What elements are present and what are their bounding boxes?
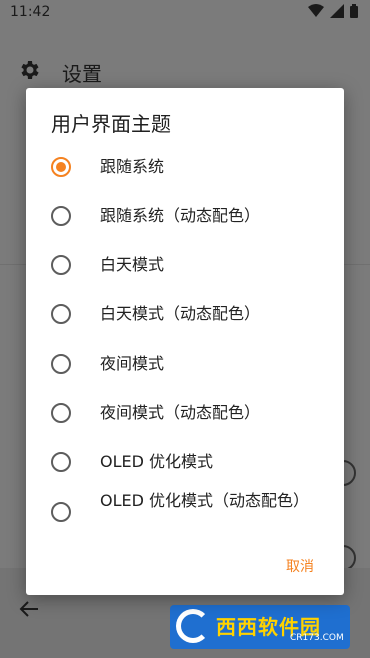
- option-night-mode[interactable]: 夜间模式: [26, 340, 344, 388]
- back-arrow-icon[interactable]: [18, 598, 40, 620]
- dialog-title: 用户界面主题: [51, 112, 171, 136]
- option-day-mode-dynamic[interactable]: 白天模式（动态配色）: [26, 290, 344, 338]
- radio-button[interactable]: [51, 452, 71, 472]
- radio-button[interactable]: [51, 403, 71, 423]
- radio-button[interactable]: [51, 502, 71, 522]
- status-time: 11:42: [10, 4, 51, 20]
- logo-c-icon: [176, 609, 210, 643]
- radio-button[interactable]: [51, 304, 71, 324]
- watermark-subtext: CR173.COM: [290, 633, 344, 643]
- watermark-logo: 西西软件园 CR173.COM: [170, 605, 350, 649]
- option-day-mode[interactable]: 白天模式: [26, 241, 344, 289]
- status-bar: 11:42: [0, 0, 370, 26]
- radio-button[interactable]: [51, 255, 71, 275]
- option-oled-mode-dynamic[interactable]: OLED 优化模式（动态配色）: [26, 488, 344, 536]
- status-icons: [308, 4, 358, 18]
- battery-icon: [350, 4, 358, 18]
- option-oled-mode[interactable]: OLED 优化模式: [26, 438, 344, 486]
- option-label: OLED 优化模式: [100, 452, 214, 471]
- option-label: OLED 优化模式（动态配色）: [100, 491, 310, 510]
- theme-dialog: 用户界面主题 跟随系统 跟随系统（动态配色） 白天模式 白天模式（动态配色） 夜…: [26, 88, 344, 595]
- wifi-icon: [308, 4, 324, 17]
- option-label: 跟随系统（动态配色）: [100, 206, 261, 225]
- radio-button[interactable]: [51, 206, 71, 226]
- option-label: 夜间模式: [100, 354, 165, 373]
- signal-icon: [330, 4, 344, 18]
- option-label: 白天模式（动态配色）: [100, 304, 261, 323]
- option-label: 白天模式: [100, 255, 165, 274]
- option-follow-system[interactable]: 跟随系统: [26, 143, 344, 191]
- option-label: 夜间模式（动态配色）: [100, 403, 261, 422]
- option-label: 跟随系统: [100, 157, 165, 176]
- page-title: 设置: [62, 62, 102, 86]
- cancel-button[interactable]: 取消: [286, 556, 314, 576]
- option-night-mode-dynamic[interactable]: 夜间模式（动态配色）: [26, 389, 344, 437]
- radio-button[interactable]: [51, 354, 71, 374]
- gear-icon[interactable]: [17, 58, 41, 82]
- option-follow-system-dynamic[interactable]: 跟随系统（动态配色）: [26, 192, 344, 240]
- radio-button[interactable]: [51, 157, 71, 177]
